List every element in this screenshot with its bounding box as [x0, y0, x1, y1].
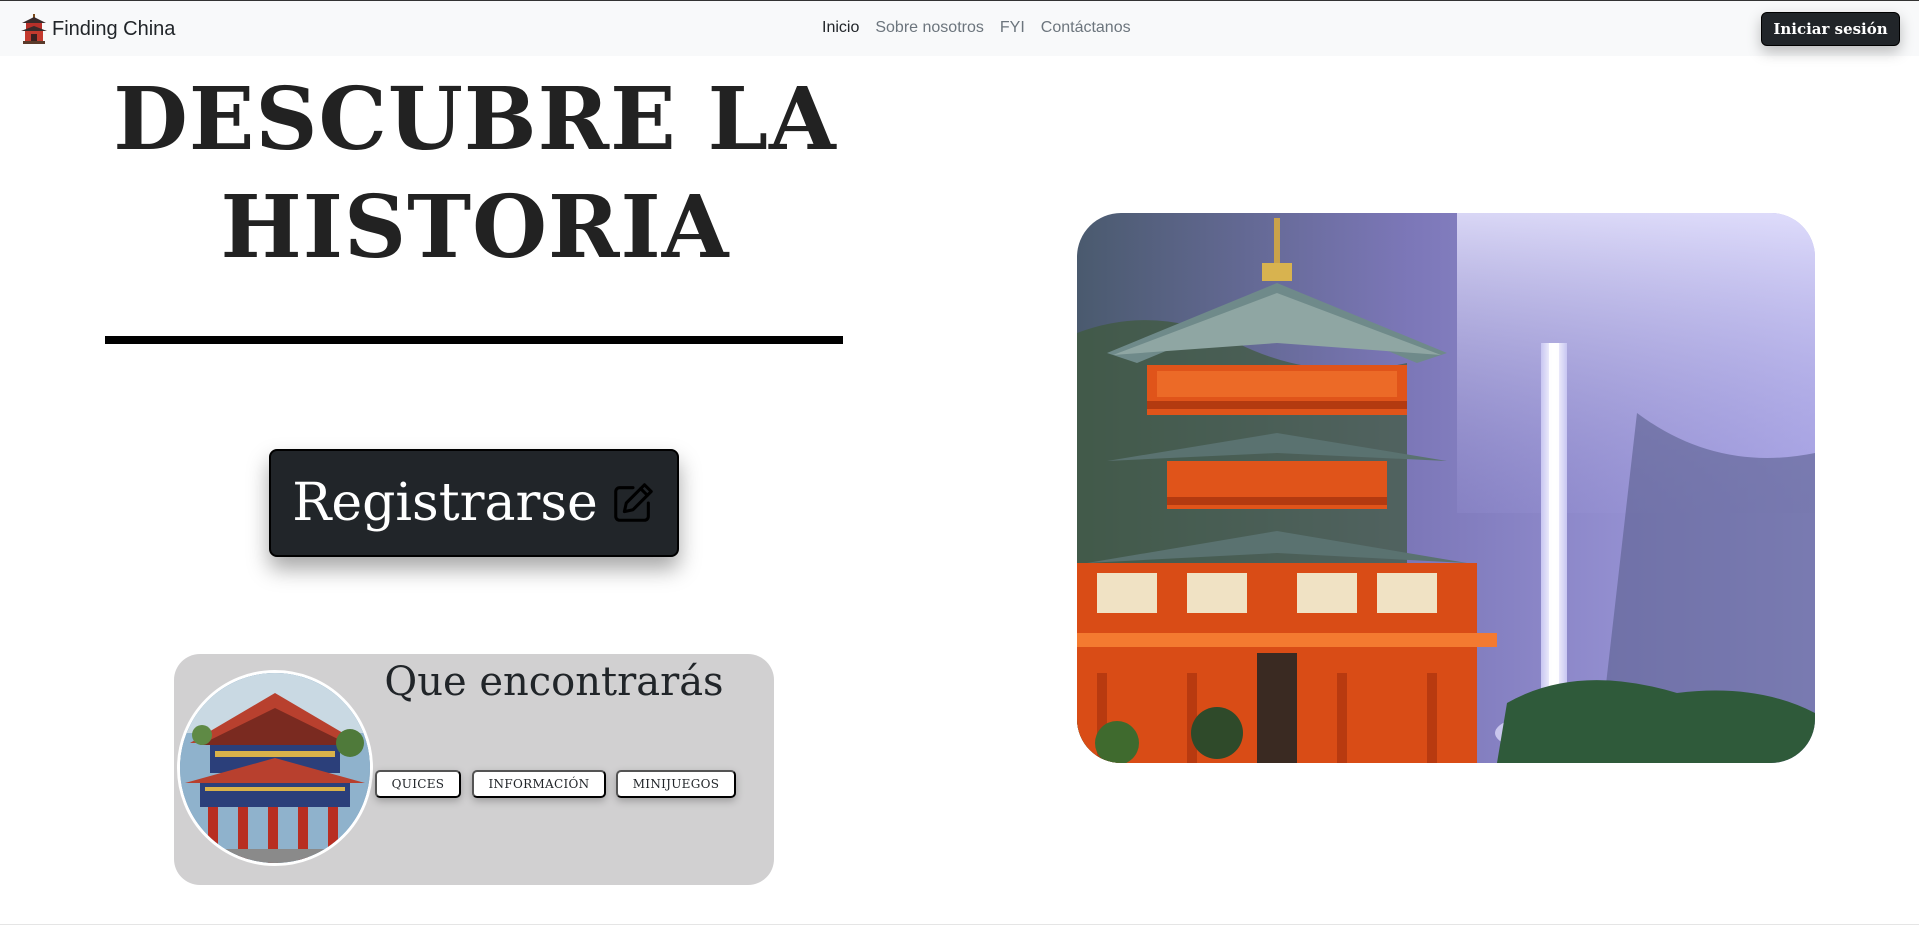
- navbar: Finding China Inicio Sobre nosotros FYI …: [0, 1, 1919, 56]
- bottom-border: [0, 924, 1919, 925]
- hero-title-line2: HISTORIA: [220, 177, 730, 278]
- chip-informacion[interactable]: INFORMACIÓN: [472, 770, 606, 798]
- features-card: Que encontrarás QUICES INFORMACIÓN MINIJ…: [174, 654, 774, 885]
- nav-link-sobre-nosotros[interactable]: Sobre nosotros: [875, 19, 984, 37]
- pagoda-hero-image: [1077, 213, 1815, 763]
- chip-quices[interactable]: QUICES: [375, 770, 461, 798]
- brand-link[interactable]: Finding China: [18, 13, 175, 45]
- features-title: Que encontrarás: [384, 659, 724, 705]
- register-button-label: Registrarse: [292, 473, 598, 533]
- hero-title-line1: DESCUBRE LA: [113, 69, 837, 170]
- hero-title: DESCUBRE LA HISTORIA: [95, 66, 855, 282]
- temple-thumbnail: [177, 670, 373, 866]
- edit-icon: [614, 483, 653, 522]
- hero-divider: [105, 336, 843, 344]
- pagoda-waterfall-illustration: [1077, 213, 1815, 763]
- nav-link-fyi[interactable]: FYI: [1000, 19, 1025, 37]
- login-button[interactable]: Iniciar sesión: [1761, 12, 1900, 46]
- nav-links: Inicio Sobre nosotros FYI Contáctanos: [822, 19, 1131, 37]
- nav-link-inicio[interactable]: Inicio: [822, 19, 859, 37]
- brand-text: Finding China: [52, 17, 176, 40]
- chip-minijuegos[interactable]: MINIJUEGOS: [616, 770, 736, 798]
- nav-link-contactanos[interactable]: Contáctanos: [1041, 19, 1131, 37]
- pagoda-logo-icon: [21, 14, 47, 44]
- register-button[interactable]: Registrarse: [269, 449, 679, 557]
- temple-illustration: [180, 673, 370, 863]
